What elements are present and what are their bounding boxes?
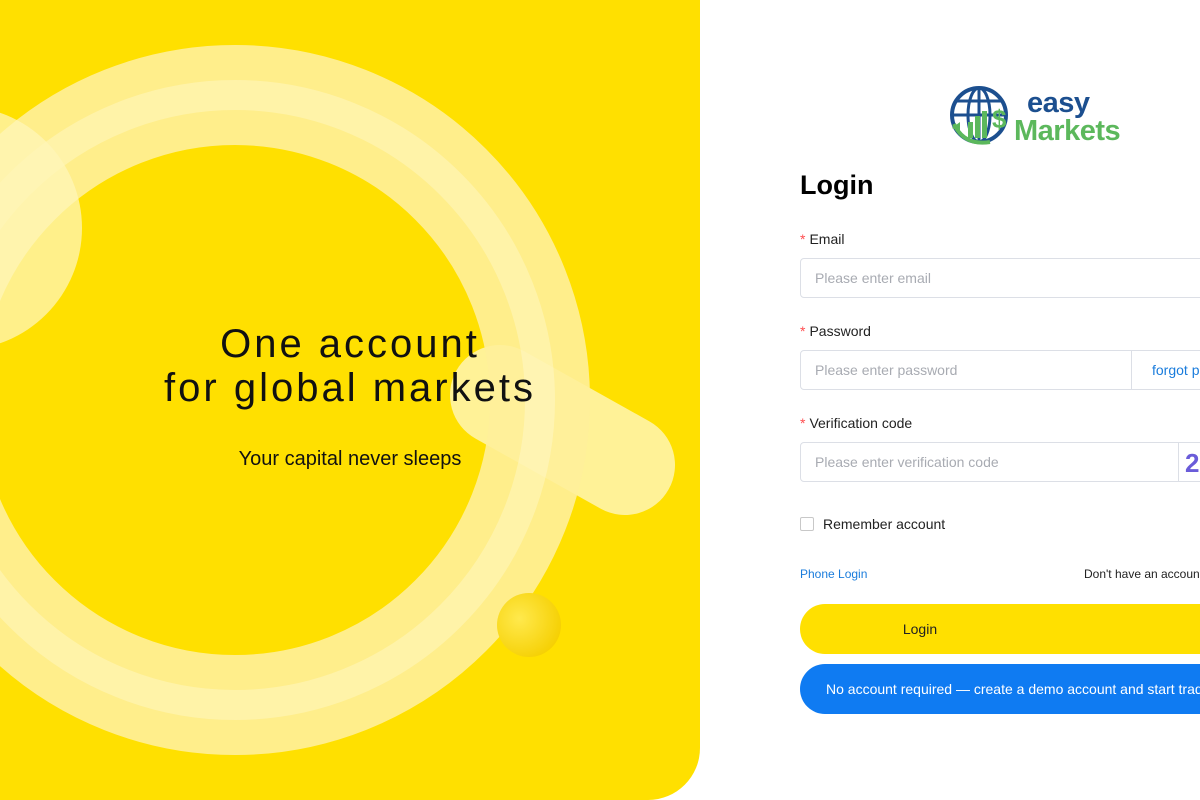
captcha-text: 2: [1185, 448, 1200, 478]
hero-dot: [497, 593, 561, 657]
remember-account-checkbox[interactable]: Remember account: [800, 516, 945, 532]
remember-account-label: Remember account: [823, 516, 946, 532]
easymarkets-logo[interactable]: $ easy Markets: [950, 84, 1130, 150]
svg-text:$: $: [992, 104, 1007, 134]
phone-login-link[interactable]: Phone Login: [800, 567, 867, 581]
register-link[interactable]: Don't have an account: [1084, 567, 1200, 581]
required-mark: *: [800, 231, 806, 247]
checkbox-icon[interactable]: [800, 517, 814, 531]
required-mark: *: [800, 323, 806, 339]
verification-code-label: * Verification code: [800, 415, 912, 431]
password-label: * Password: [800, 323, 871, 339]
captcha-image[interactable]: 2: [1178, 442, 1200, 482]
globe-dollar-icon: $: [950, 86, 1008, 145]
email-label: * Email: [800, 231, 844, 247]
hero-subtitle: Your capital never sleeps: [238, 448, 462, 470]
login-page: One account for global markets Your capi…: [0, 0, 1200, 800]
hero-title: One account for global markets: [0, 322, 700, 410]
email-input[interactable]: [800, 258, 1200, 298]
hero-title-line-1: One account: [220, 322, 480, 366]
login-title: Login: [800, 170, 874, 200]
demo-account-button[interactable]: No account required — create a demo acco…: [800, 664, 1200, 714]
hero-title-line-2: for global markets: [164, 366, 536, 410]
verification-code-label-text: Verification code: [809, 415, 913, 431]
email-label-text: Email: [809, 231, 845, 247]
required-mark: *: [800, 415, 806, 431]
logo-word-markets: Markets: [1014, 115, 1121, 147]
login-button[interactable]: Login: [800, 604, 1200, 654]
password-label-text: Password: [809, 323, 871, 339]
verification-code-input[interactable]: [800, 442, 1200, 482]
forgot-password-link[interactable]: forgot password: [1131, 350, 1200, 390]
hero-panel: One account for global markets Your capi…: [0, 0, 700, 800]
